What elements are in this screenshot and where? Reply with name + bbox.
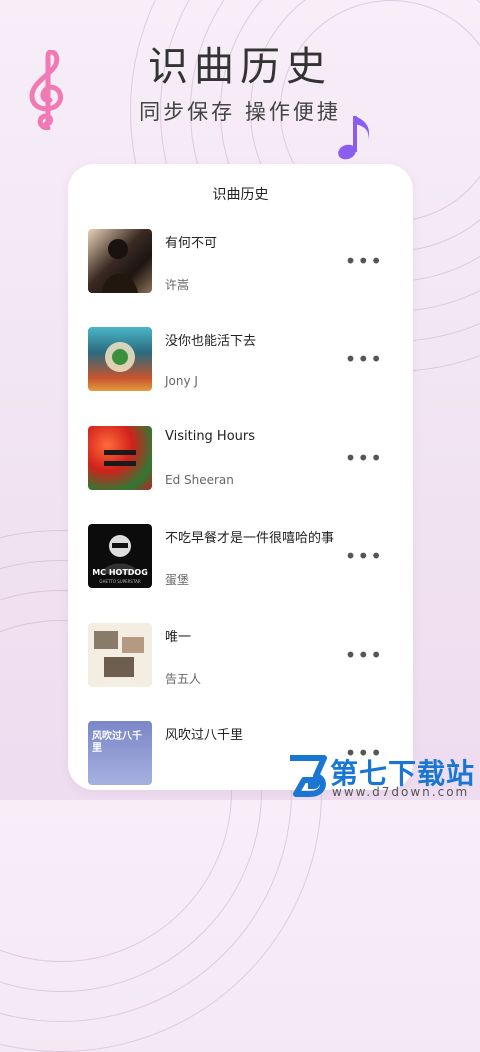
song-item[interactable]: MC HOTDOG GHETTO SUPERSTAR 不吃早餐才是一件很嘻哈的事… <box>88 524 398 588</box>
song-title: 有何不可 <box>165 236 218 251</box>
song-item[interactable]: 有何不可 许嵩 ••• <box>88 229 398 293</box>
more-horizontal-icon[interactable]: ••• <box>345 251 383 271</box>
more-horizontal-icon[interactable]: ••• <box>345 546 383 566</box>
album-cover <box>88 426 152 490</box>
song-title: 没你也能活下去 <box>165 334 257 349</box>
song-item[interactable]: 唯一 告五人 ••• <box>88 623 398 687</box>
watermark: 第七下载站 www.d7down.com <box>286 752 476 800</box>
cover-text: MC HOTDOG <box>92 568 148 577</box>
song-item[interactable]: Visiting Hours Ed Sheeran ••• <box>88 426 398 490</box>
more-horizontal-icon[interactable]: ••• <box>345 645 383 665</box>
album-cover: MC HOTDOG GHETTO SUPERSTAR <box>88 524 152 588</box>
page-subtitle: 同步保存 操作便捷 <box>139 100 341 124</box>
song-artist: 许嵩 <box>165 278 190 292</box>
song-artist: 蛋堡 <box>165 573 190 587</box>
song-title: 不吃早餐才是一件很嘻哈的事 <box>165 531 335 546</box>
song-title: Visiting Hours <box>165 429 256 444</box>
album-cover <box>88 327 152 391</box>
song-title: 唯一 <box>165 630 192 645</box>
more-horizontal-icon[interactable]: ••• <box>345 448 383 468</box>
more-horizontal-icon[interactable]: ••• <box>345 349 383 369</box>
song-title: 风吹过八千里 <box>165 728 244 743</box>
music-note-icon <box>338 116 370 160</box>
watermark-url: www.d7down.com <box>332 785 470 799</box>
song-artist: Ed Sheeran <box>165 473 234 487</box>
page-title: 识曲历史 <box>148 44 332 90</box>
song-item[interactable]: 没你也能活下去 Jony J ••• <box>88 327 398 391</box>
card-title: 识曲历史 <box>212 187 269 203</box>
song-artist: Jony J <box>165 374 198 388</box>
site-logo-icon <box>290 755 327 797</box>
history-card: 识曲历史 有何不可 许嵩 ••• 没你也能活下去 Jony J ••• Visi… <box>68 164 413 790</box>
song-artist: 告五人 <box>165 672 202 686</box>
album-cover <box>88 229 152 293</box>
cover-subtext: GHETTO SUPERSTAR <box>99 579 141 584</box>
album-cover <box>88 623 152 687</box>
cover-text: 风吹过八千里 <box>92 731 142 754</box>
album-cover: 风吹过八千里 <box>88 721 152 785</box>
